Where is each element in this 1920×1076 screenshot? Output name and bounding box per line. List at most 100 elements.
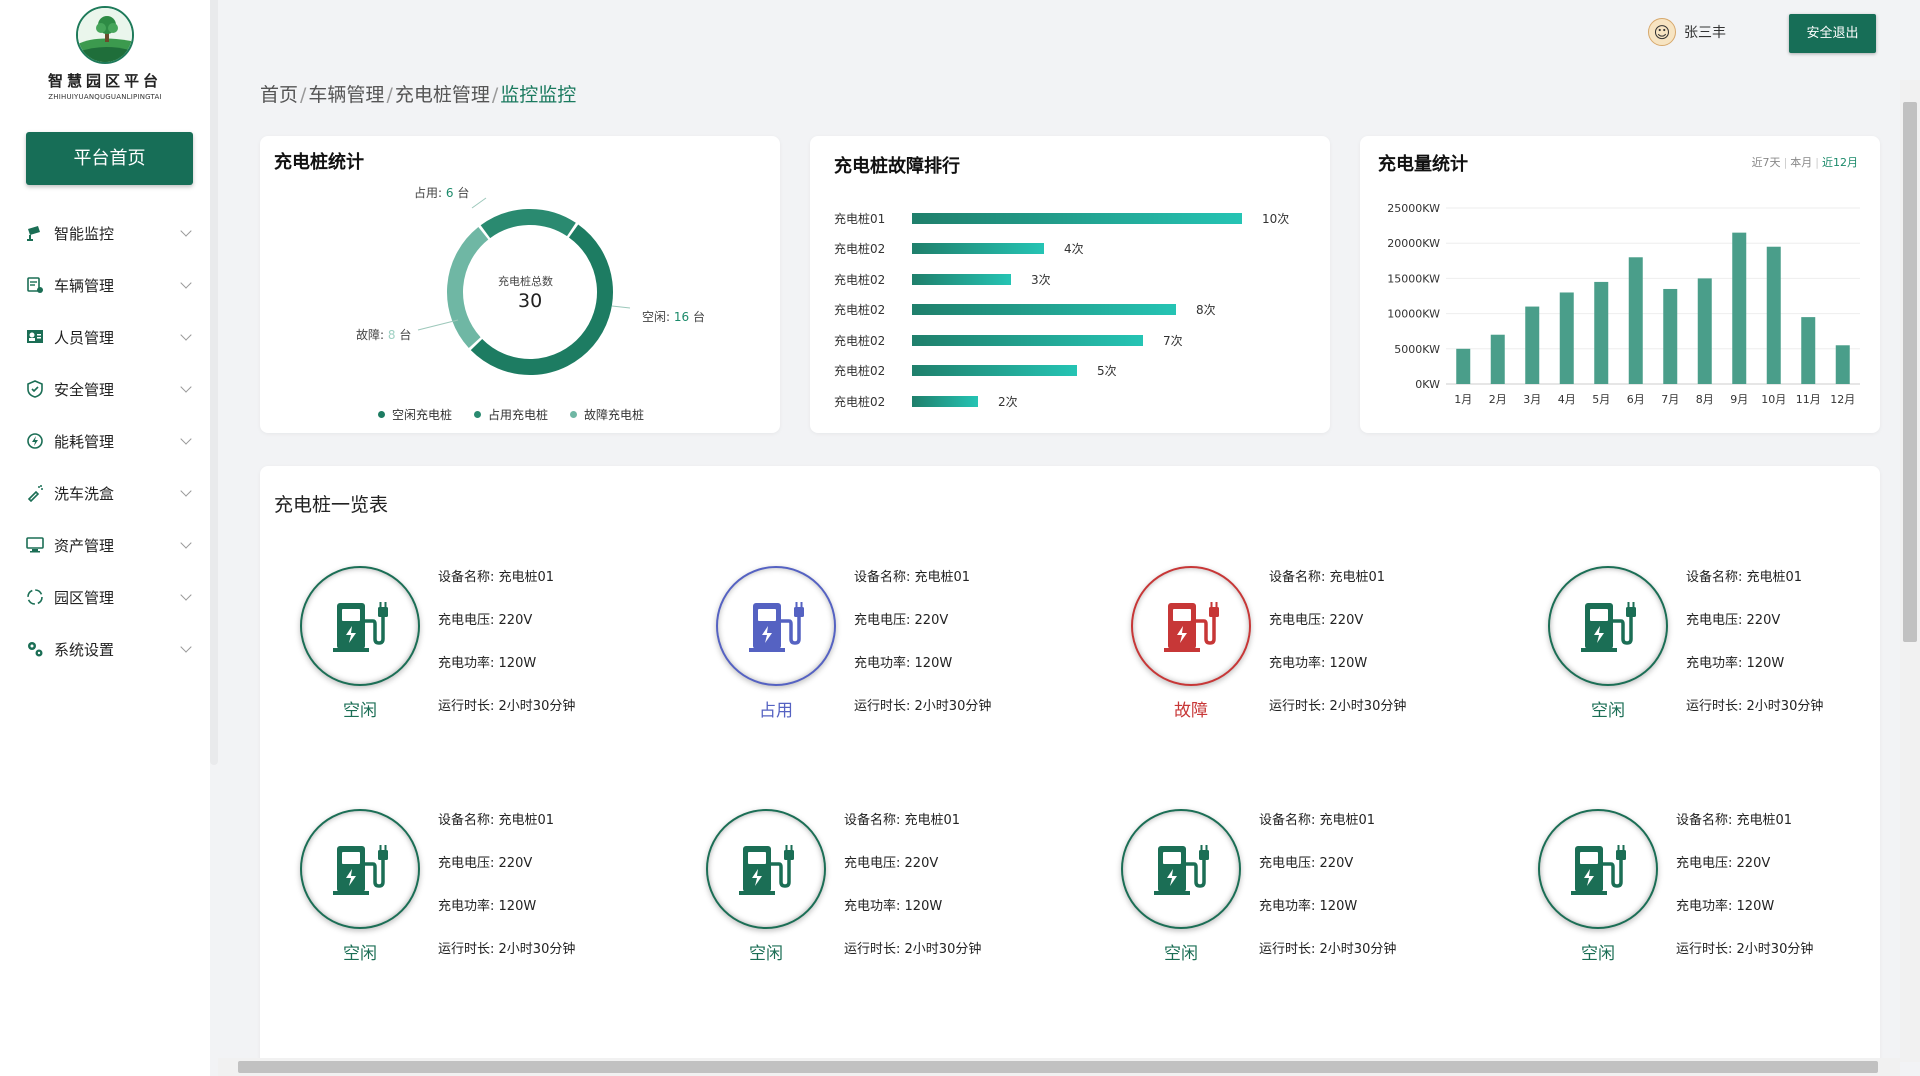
- energy-bar[interactable]: [1732, 232, 1747, 384]
- energy-bar[interactable]: [1697, 278, 1712, 384]
- vertical-scrollbar-thumb[interactable]: [1903, 102, 1917, 642]
- pile-status: 空闲: [343, 701, 377, 721]
- charging-pile-item[interactable]: 空闲 设备名称: 充电桩01 充电电压: 220V 充电功率: 120W 运行时长: 2…: [1538, 809, 1878, 969]
- energy-card: 充电量统计 近7天 | 本月 | 近12月 0KW 5000KW 10000KW 15000K…: [1360, 136, 1880, 433]
- chevron-down-icon: [180, 485, 192, 497]
- fault-rank-bar: [912, 334, 1143, 346]
- sidebar-item-energy[interactable]: 能耗管理: [0, 415, 210, 467]
- idle-slice-label: 空闲: 16 台: [642, 308, 705, 325]
- sidebar-item-car-wash[interactable]: 洗车洗盒: [0, 467, 210, 519]
- field-label: 充电功率:: [844, 899, 901, 914]
- breadcrumb-home[interactable]: 首页: [260, 84, 298, 106]
- charging-pile-item[interactable]: 故障 设备名称: 充电桩01 充电电压: 220V 充电功率: 120W 运行时长: 2…: [1131, 566, 1471, 726]
- pile-voltage: 220V: [1329, 613, 1364, 628]
- field-label: 充电功率:: [854, 656, 911, 671]
- energy-bar[interactable]: [1490, 334, 1505, 384]
- field-label: 运行时长:: [1676, 942, 1733, 957]
- legend-item-idle[interactable]: 空闲充电桩: [378, 406, 452, 423]
- sidebar-item-park[interactable]: 园区管理: [0, 571, 210, 623]
- sidebar-item-security[interactable]: 安全管理: [0, 363, 210, 415]
- horizontal-scrollbar[interactable]: [218, 1058, 1900, 1076]
- legend-label: 故障充电桩: [584, 408, 645, 422]
- sidebar-item-personnel[interactable]: 人员管理: [0, 311, 210, 363]
- energy-bar[interactable]: [1766, 246, 1781, 384]
- field-label: 运行时长:: [1686, 699, 1743, 714]
- fault-rank-count: 2次: [998, 394, 1018, 409]
- vertical-scrollbar[interactable]: [1900, 80, 1920, 1062]
- charging-pile-item[interactable]: 空闲 设备名称: 充电桩01 充电电压: 220V 充电功率: 120W 运行时长: 2…: [300, 809, 640, 969]
- legend-label: 空闲充电桩: [392, 408, 453, 422]
- energy-bar[interactable]: [1559, 292, 1574, 384]
- energy-bar[interactable]: [1525, 306, 1540, 384]
- pile-name-row: 设备名称: 充电桩01: [1259, 809, 1396, 852]
- pile-voltage: 220V: [914, 613, 949, 628]
- pile-runtime-row: 运行时长: 2小时30分钟: [438, 695, 575, 738]
- energy-bar-chart: 0KW 5000KW 10000KW 15000KW 20000KW 25000KW 1月 2…: [1387, 202, 1860, 406]
- sidebar-item-assets[interactable]: 资产管理: [0, 519, 210, 571]
- sidebar-item-settings[interactable]: 系统设置: [0, 623, 210, 675]
- fault-unit: 台: [399, 328, 412, 342]
- pile-power: 120W: [1736, 899, 1775, 914]
- sidebar-item-smart-monitor[interactable]: 智能监控: [0, 207, 210, 259]
- logo: 智慧园区平台 ZHIHUIYUANQUGUANLIPINGTAI: [0, 0, 210, 101]
- field-label: 设备名称:: [1686, 570, 1743, 585]
- horizontal-scrollbar-thumb[interactable]: [238, 1061, 1878, 1073]
- fault-rank-row: 充电桩02 5次: [834, 361, 1117, 381]
- energy-bar[interactable]: [1594, 281, 1609, 384]
- x-tick-label: 11月: [1796, 393, 1821, 406]
- pile-name-row: 设备名称: 充电桩01: [1269, 566, 1406, 609]
- logo-subtitle: ZHIHUIYUANQUGUANLIPINGTAI: [48, 93, 162, 101]
- charging-pile-item[interactable]: 空闲 设备名称: 充电桩01 充电电压: 220V 充电功率: 120W 运行时长: 2…: [706, 809, 1046, 969]
- breadcrumb: 首页 / 车辆管理 / 充电桩管理 / 监控监控: [260, 80, 576, 107]
- pile-name: 充电桩01: [914, 570, 971, 585]
- car-icon: [24, 274, 46, 296]
- charging-pile-item[interactable]: 空闲 设备名称: 充电桩01 充电电压: 220V 充电功率: 120W 运行时长: 2…: [1548, 566, 1888, 726]
- legend-item-fault[interactable]: 故障充电桩: [570, 406, 644, 423]
- stats-card: 充电桩统计 充电桩总数 30 占用: 6 台 空闲: 16 台 故障: 8 台 …: [260, 136, 780, 433]
- fault-rank-count: 8次: [1196, 303, 1216, 317]
- donut-leader-line: [611, 305, 631, 309]
- charging-pile-item[interactable]: 空闲 设备名称: 充电桩01 充电电压: 220V 充电功率: 120W 运行时长: 2…: [300, 566, 640, 726]
- breadcrumb-charging[interactable]: 充电桩管理: [395, 84, 490, 106]
- fault-rank-name: 充电桩02: [834, 242, 886, 256]
- fault-ranking-card: 充电桩故障排行 充电桩01 10次 充电桩02 4次 充电桩02 3次 充电桩02 8次 充电桩…: [810, 136, 1330, 433]
- legend-item-occupied[interactable]: 占用充电桩: [474, 406, 548, 423]
- charging-pile-item[interactable]: 空闲 设备名称: 充电桩01 充电电压: 220V 充电功率: 120W 运行时长: 2…: [1121, 809, 1461, 969]
- pile-voltage: 220V: [904, 856, 939, 871]
- sidebar-item-label: 车辆管理: [54, 276, 115, 295]
- pile-runtime-row: 运行时长: 2小时30分钟: [1686, 695, 1823, 738]
- charging-pile-icon: [706, 809, 826, 929]
- user-info[interactable]: ☺ 张三丰: [1648, 18, 1726, 46]
- field-label: 运行时长:: [438, 699, 495, 714]
- pile-voltage: 220V: [498, 613, 533, 628]
- occupied-value: 6: [445, 186, 454, 200]
- platform-home-button[interactable]: 平台首页: [26, 132, 193, 185]
- energy-bar[interactable]: [1835, 345, 1850, 384]
- breadcrumb-vehicle[interactable]: 车辆管理: [308, 84, 384, 106]
- charging-pile-item[interactable]: 占用 设备名称: 充电桩01 充电电压: 220V 充电功率: 120W 运行时长: 2…: [716, 566, 1056, 726]
- logout-button[interactable]: 安全退出: [1789, 14, 1876, 53]
- field-label: 设备名称:: [438, 813, 495, 828]
- energy-bar[interactable]: [1456, 348, 1471, 384]
- energy-bar[interactable]: [1801, 317, 1816, 384]
- pile-runtime-row: 运行时长: 2小时30分钟: [1269, 695, 1406, 738]
- donut-slice-occupied[interactable]: [480, 209, 576, 239]
- pile-list-card: 充电桩一览表 空闲 设备名称: 充电桩01 充电电压: 220V 充电功率: 120W…: [260, 466, 1880, 1076]
- fault-rank-name: 充电桩02: [834, 272, 886, 287]
- field-label: 充电电压:: [1686, 613, 1743, 628]
- energy-bar[interactable]: [1628, 257, 1643, 384]
- donut-legend: 空闲充电桩 占用充电桩 故障充电桩: [378, 406, 644, 423]
- energy-bar[interactable]: [1663, 288, 1678, 384]
- field-label: 充电功率:: [1686, 656, 1743, 671]
- fault-rank-row: 充电桩02 4次: [834, 239, 1084, 259]
- pile-runtime-row: 运行时长: 2小时30分钟: [438, 938, 575, 981]
- sidebar-item-vehicle[interactable]: 车辆管理: [0, 259, 210, 311]
- shield-icon: [24, 378, 46, 400]
- fault-rank-count: 10次: [1262, 211, 1290, 226]
- donut-slice-fault[interactable]: [447, 227, 489, 349]
- field-label: 设备名称:: [854, 570, 911, 585]
- sidebar-item-label: 人员管理: [54, 328, 115, 347]
- pile-power-row: 充电功率: 120W: [1676, 895, 1813, 938]
- pile-power-row: 充电功率: 120W: [1686, 652, 1823, 695]
- occupied-slice-label: 占用: 6 台: [414, 184, 469, 201]
